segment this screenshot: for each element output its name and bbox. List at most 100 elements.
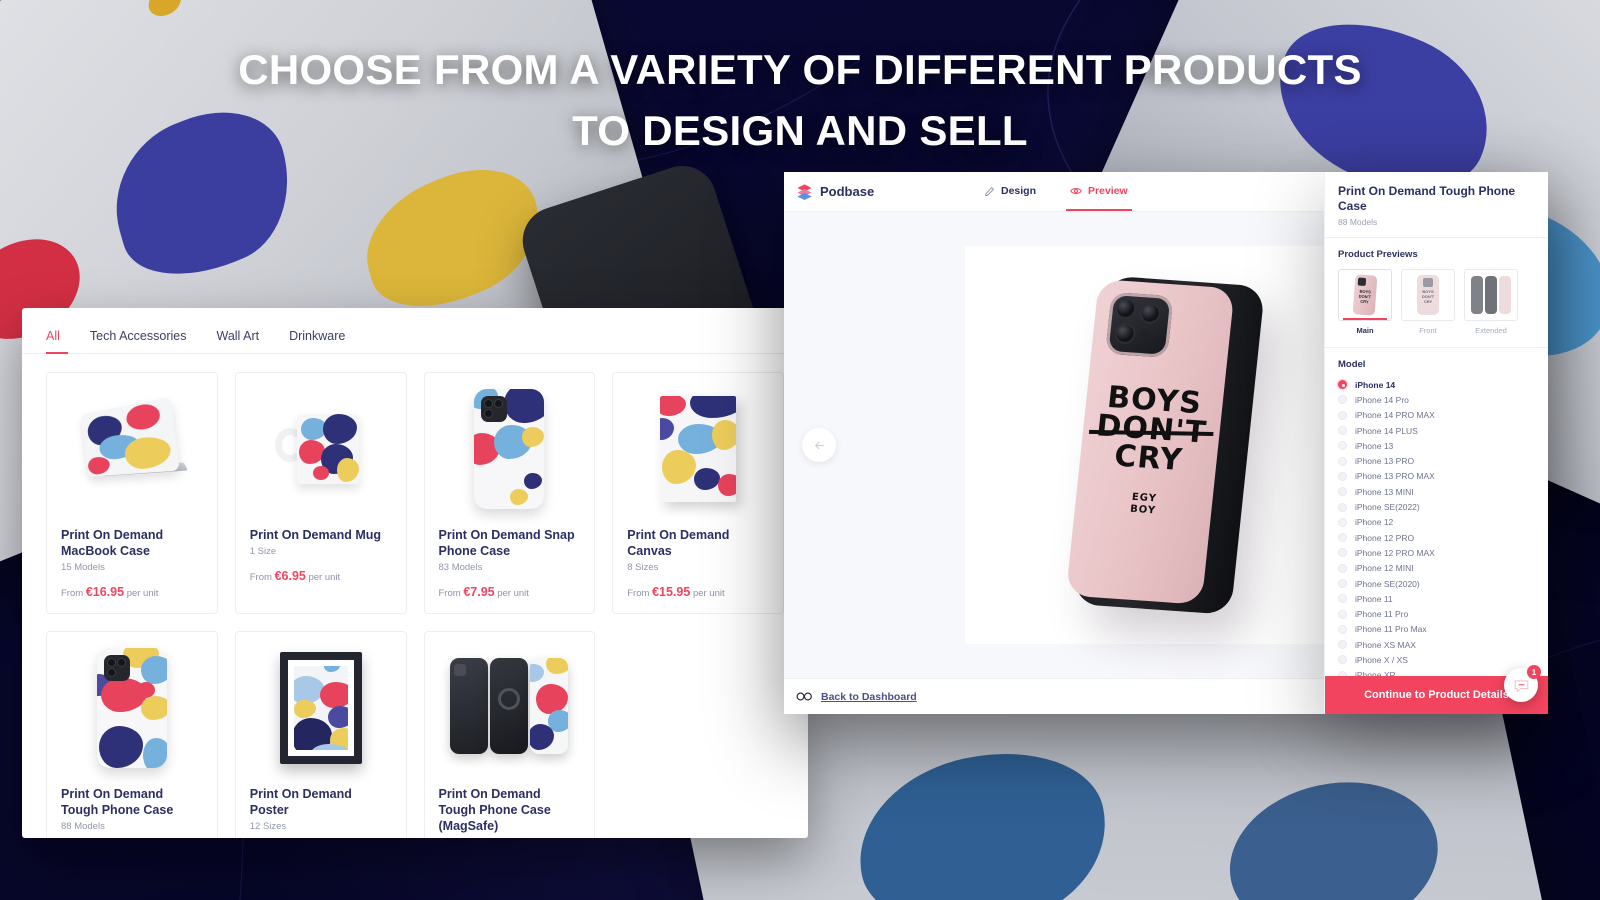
model-option[interactable]: iPhone 14 xyxy=(1338,377,1535,392)
preview-thumb-main[interactable]: BOYS DON'T CRY Main xyxy=(1338,269,1392,335)
radio-icon xyxy=(1338,579,1347,588)
previous-preview-button[interactable] xyxy=(802,428,836,462)
model-option-label: iPhone 11 xyxy=(1355,593,1393,604)
tab-design-label: Design xyxy=(1001,185,1037,197)
tab-all[interactable]: All xyxy=(46,329,68,354)
preview-thumb-extended[interactable]: Extended xyxy=(1464,269,1518,335)
radio-icon xyxy=(1338,548,1347,558)
product-card[interactable]: Print On Demand Mug 1 Size From €6.95 pe… xyxy=(234,372,407,614)
price-value: €15.95 xyxy=(652,585,691,599)
model-option[interactable]: iPhone X / XS xyxy=(1338,652,1535,667)
product-title: Print On Demand Poster xyxy=(249,787,352,817)
product-card[interactable]: Print On Demand MacBook Case 15 Models F… xyxy=(46,372,218,614)
continue-button-label: Continue to Product Details xyxy=(1364,689,1509,701)
tab-design[interactable]: Design xyxy=(980,172,1040,211)
radio-icon xyxy=(1338,410,1347,420)
model-option-label: iPhone 14 Pro xyxy=(1355,394,1409,405)
model-option[interactable]: iPhone 11 xyxy=(1338,591,1535,606)
product-image-canvas xyxy=(627,385,769,513)
model-option[interactable]: iPhone 13 PRO xyxy=(1338,453,1535,468)
model-option-label: iPhone 12 PRO MAX xyxy=(1355,547,1435,558)
back-to-dashboard-link[interactable]: Back to Dashboard xyxy=(821,691,917,703)
model-option-label: iPhone 11 Pro Max xyxy=(1355,624,1427,635)
model-option[interactable]: iPhone 11 Pro xyxy=(1338,606,1535,621)
model-option[interactable]: iPhone SE(2022) xyxy=(1338,499,1535,514)
radio-icon xyxy=(1338,426,1347,436)
eye-icon xyxy=(1070,188,1082,194)
page-root: CHOOSE FROM A VARIETY OF DIFFERENT PRODU… xyxy=(0,0,1600,900)
price-suffix: per unit xyxy=(497,588,529,599)
model-option[interactable]: iPhone 14 Pro xyxy=(1338,392,1535,407)
model-option[interactable]: iPhone 14 PRO MAX xyxy=(1338,408,1535,423)
preview-thumb-front[interactable]: BOYS DON'T CRY Front xyxy=(1401,269,1455,335)
model-option[interactable]: iPhone 11 Pro Max xyxy=(1338,622,1535,637)
model-option-label: iPhone SE(2022) xyxy=(1355,502,1420,513)
product-card[interactable]: Print On Demand Canvas 8 Sizes From €15.… xyxy=(612,372,784,614)
radio-icon xyxy=(1338,471,1347,481)
catalogue-tab-bar: All Tech Accessories Wall Art Drinkware xyxy=(22,308,808,354)
product-variants: 12 Sizes xyxy=(249,821,287,832)
product-price: From €16.95 per unit xyxy=(61,585,203,599)
product-card[interactable]: Print On Demand Tough Phone Case (MagSaf… xyxy=(423,631,596,838)
model-option-list[interactable]: iPhone 14 iPhone 14 Pro iPhone 14 PRO MAX i… xyxy=(1325,377,1548,676)
product-variants: 83 Models xyxy=(438,562,483,573)
model-option[interactable]: iPhone 13 MINI xyxy=(1338,484,1535,499)
product-variants: 15 Models xyxy=(61,562,105,573)
model-option[interactable]: iPhone XS MAX xyxy=(1338,637,1535,652)
model-option-label: iPhone SE(2020) xyxy=(1355,578,1420,589)
panel-subtitle: 88 Models xyxy=(1338,217,1378,227)
preview-thumb-main-image: BOYS DON'T CRY xyxy=(1338,269,1392,321)
radio-icon xyxy=(1338,594,1347,604)
chat-unread-badge: 1 xyxy=(1527,665,1541,679)
model-option[interactable]: iPhone 13 PRO MAX xyxy=(1338,469,1535,484)
tab-drinkware-label: Drinkware xyxy=(289,329,346,343)
model-option[interactable]: iPhone 14 PLUS xyxy=(1338,423,1535,438)
model-option[interactable]: iPhone SE(2020) xyxy=(1338,576,1535,591)
model-option[interactable]: iPhone 12 PRO MAX xyxy=(1338,545,1535,560)
product-title: Print On Demand Tough Phone Case xyxy=(61,787,174,817)
radio-icon xyxy=(1338,441,1347,451)
product-card[interactable]: Print On Demand Snap Phone Case 83 Model… xyxy=(423,372,596,614)
model-option[interactable]: iPhone 12 PRO xyxy=(1338,530,1535,545)
preview-thumb-main-caption: Main xyxy=(1356,326,1374,335)
radio-icon xyxy=(1338,487,1347,497)
radio-icon xyxy=(1338,624,1347,634)
model-option[interactable]: iPhone 12 xyxy=(1338,515,1535,530)
tab-tech-accessories[interactable]: Tech Accessories xyxy=(90,329,187,353)
product-title: Print On Demand MacBook Case xyxy=(61,528,164,558)
camera-module xyxy=(1105,291,1174,358)
product-title: Print On Demand Tough Phone Case (MagSaf… xyxy=(438,787,551,833)
radio-icon xyxy=(1338,533,1347,543)
model-label: Model xyxy=(1338,359,1366,370)
price-prefix: From xyxy=(61,588,84,599)
product-card[interactable]: Print On Demand Poster 12 Sizes From €4.… xyxy=(234,631,407,838)
radio-icon xyxy=(1338,456,1347,466)
model-option[interactable]: iPhone 12 MINI xyxy=(1338,561,1535,576)
model-option-label: iPhone 12 xyxy=(1355,517,1394,528)
product-image-snap-phone-case xyxy=(439,385,581,513)
podbase-logo-icon xyxy=(797,184,812,200)
product-card[interactable]: Print On Demand Tough Phone Case 88 Mode… xyxy=(46,631,218,838)
tab-drinkware[interactable]: Drinkware xyxy=(289,329,345,353)
phone-case-mockup: BOYS DON'T CRY EGY BOY xyxy=(1065,275,1267,615)
radio-icon xyxy=(1338,655,1347,665)
tab-wall-art-label: Wall Art xyxy=(216,329,260,343)
brand[interactable]: Podbase xyxy=(784,183,984,200)
product-image-tough-phone-case xyxy=(61,644,203,772)
product-variants: 12 Models xyxy=(439,837,581,838)
chat-bubble-icon xyxy=(1514,679,1528,692)
model-option[interactable]: iPhone XR xyxy=(1338,668,1535,676)
tab-wall-art[interactable]: Wall Art xyxy=(216,329,259,353)
chat-widget-button[interactable]: 1 xyxy=(1504,665,1541,702)
model-option-label: iPhone 13 xyxy=(1355,440,1394,451)
product-image-magsafe-case xyxy=(439,644,581,772)
product-variants: 1 Size xyxy=(249,546,277,557)
radio-icon xyxy=(1338,395,1347,405)
tab-all-label: All xyxy=(46,329,60,343)
model-option-label: iPhone 14 xyxy=(1355,379,1396,390)
product-variants: 88 Models xyxy=(61,821,105,832)
radio-icon xyxy=(1338,609,1347,619)
model-option[interactable]: iPhone 13 xyxy=(1338,438,1535,453)
tab-preview[interactable]: Preview xyxy=(1066,172,1132,211)
price-value: €6.95 xyxy=(274,569,306,583)
